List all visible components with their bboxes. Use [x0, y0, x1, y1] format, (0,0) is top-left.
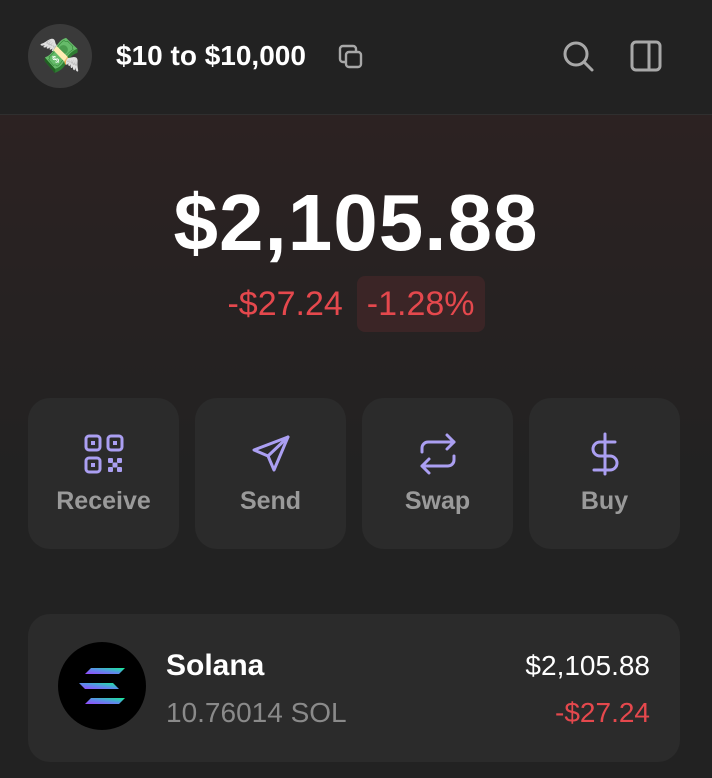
top-bar: 💸 $10 to $10,000: [0, 0, 712, 115]
token-amount: 10.76014 SOL: [166, 697, 347, 728]
portfolio-change: -$27.24 -1.28%: [0, 276, 712, 332]
token-name: Solana: [166, 649, 265, 682]
portfolio-balance: $2,105.88: [173, 178, 539, 267]
qr-code-icon: [84, 434, 123, 474]
copy-icon[interactable]: [336, 42, 366, 72]
solana-logo: [58, 642, 146, 730]
change-amount: -$27.24: [227, 285, 343, 323]
buy-button[interactable]: Buy: [529, 398, 680, 549]
token-row-solana[interactable]: Solana 10.76014 SOL $2,105.88 -$27.24: [28, 614, 680, 762]
swap-label: Swap: [404, 487, 471, 515]
token-change: -$27.24: [555, 697, 650, 728]
send-icon: [252, 435, 289, 472]
sidebar-icon[interactable]: [628, 38, 664, 74]
receive-label: Receive: [56, 487, 151, 515]
search-icon[interactable]: [560, 38, 596, 74]
account-name[interactable]: $10 to $10,000: [116, 38, 306, 74]
send-button[interactable]: Send: [195, 398, 346, 549]
swap-icon: [420, 433, 455, 475]
swap-button[interactable]: Swap: [362, 398, 513, 549]
account-avatar[interactable]: 💸: [28, 24, 92, 88]
send-label: Send: [239, 487, 302, 515]
buy-label: Buy: [580, 487, 629, 515]
token-value: $2,105.88: [525, 650, 650, 681]
dollar-icon: [591, 432, 618, 476]
receive-button[interactable]: Receive: [28, 398, 179, 549]
money-wings-icon: 💸: [38, 36, 82, 76]
change-percent-badge: -1.28%: [356, 276, 485, 332]
solana-logo-mark: [79, 668, 125, 704]
